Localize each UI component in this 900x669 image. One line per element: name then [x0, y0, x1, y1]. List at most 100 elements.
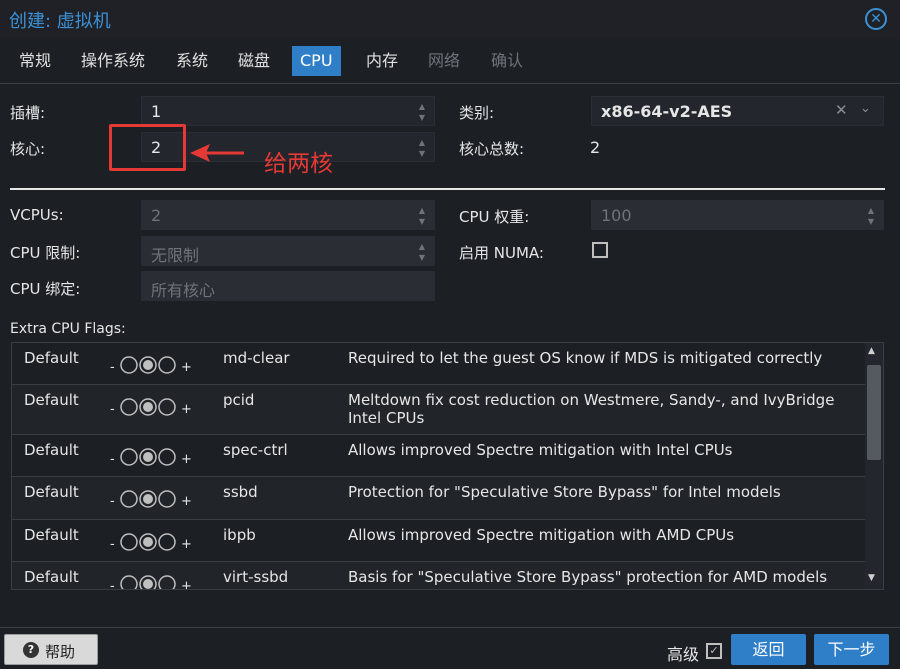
tab-network: 网络	[428, 51, 461, 70]
vcpus-input[interactable]: 2 ▲ ▼	[141, 200, 435, 230]
type-select[interactable]: x86-64-v2-AES ✕ ⌄	[591, 96, 884, 126]
flag-default-label: Default	[24, 349, 79, 367]
flag-name: virt-ssbd	[223, 568, 289, 586]
spinner-icon[interactable]: ▲ ▼	[416, 101, 428, 123]
flag-description: Protection for "Speculative Store Bypass…	[348, 483, 781, 501]
cpu-limit-label: CPU 限制:	[10, 244, 81, 262]
flag-description: Meltdown fix cost reduction on Westmere,…	[348, 391, 835, 427]
svg-text:+: +	[181, 360, 192, 375]
spinner-icon[interactable]: ▲ ▼	[416, 205, 428, 227]
close-icon[interactable]: ✕	[865, 8, 887, 30]
total-cores-value: 2	[590, 138, 601, 157]
flag-description: Required to let the guest OS know if MDS…	[348, 349, 823, 367]
flag-name: ibpb	[223, 526, 256, 544]
total-cores-label: 核心总数:	[459, 140, 525, 158]
flags-scrollbar[interactable]: ▲ ▼	[865, 343, 883, 589]
flag-description: Basis for "Speculative Store Bypass" pro…	[348, 568, 828, 586]
clear-icon[interactable]: ✕	[835, 101, 848, 119]
scrollbar-thumb[interactable]	[867, 365, 881, 460]
sockets-value: 1	[151, 102, 162, 121]
tab-confirm: 确认	[491, 51, 524, 70]
table-row: Default - + pcid Meltdown fix cost reduc…	[12, 385, 866, 435]
advanced-checkbox[interactable]: ✓	[706, 643, 722, 659]
cpu-limit-input[interactable]: 无限制 ▲ ▼	[141, 236, 435, 266]
svg-text:-: -	[110, 360, 115, 375]
svg-text:-: -	[110, 452, 115, 467]
next-button[interactable]: 下一步	[814, 634, 889, 665]
flag-tristate-toggle[interactable]: - +	[108, 530, 198, 552]
table-row: Default - + spec-ctrl Allows improved Sp…	[12, 435, 866, 477]
type-value: x86-64-v2-AES	[601, 102, 733, 121]
svg-text:-: -	[110, 494, 115, 509]
svg-text:+: +	[181, 494, 192, 509]
flag-tristate-toggle[interactable]: - +	[108, 445, 198, 467]
flag-default-label: Default	[24, 526, 79, 544]
cpu-weight-placeholder: 100	[601, 206, 632, 225]
spinner-icon[interactable]: ▲ ▼	[416, 241, 428, 263]
tab-general[interactable]: 常规	[11, 46, 59, 76]
help-icon: ?	[23, 642, 39, 658]
svg-text:+: +	[181, 452, 192, 467]
vcpus-label: VCPUs:	[10, 206, 64, 224]
cpu-weight-input[interactable]: 100 ▲ ▼	[591, 200, 884, 230]
cpu-affinity-input[interactable]: 所有核心	[141, 271, 435, 301]
table-row: Default - + ibpb Allows improved Spectre…	[12, 520, 866, 562]
svg-text:+: +	[181, 537, 192, 552]
scroll-up-icon[interactable]: ▲	[868, 346, 875, 356]
extra-cpu-flags-label: Extra CPU Flags:	[10, 321, 126, 337]
annotation-arrow-icon	[190, 144, 244, 162]
annotation-highlight-box	[109, 124, 186, 171]
flag-tristate-toggle[interactable]: - +	[108, 487, 198, 509]
flag-description: Allows improved Spectre mitigation with …	[348, 526, 735, 544]
dialog-footer: ? 帮助 高级 ✓ 返回 下一步	[0, 627, 900, 669]
vcpus-value: 2	[151, 206, 162, 225]
dialog-titlebar: 创建: 虚拟机 ✕	[0, 0, 900, 38]
cpu-affinity-placeholder: 所有核心	[151, 281, 216, 300]
flag-tristate-toggle[interactable]: - +	[108, 353, 198, 375]
tab-disks[interactable]: 磁盘	[230, 46, 278, 76]
table-row: Default - + ssbd Protection for "Specula…	[12, 477, 866, 520]
flag-default-label: Default	[24, 391, 79, 409]
svg-text:-: -	[110, 402, 115, 417]
tab-cpu[interactable]: CPU	[292, 46, 341, 76]
flag-tristate-toggle[interactable]: - +	[108, 572, 198, 590]
table-row: Default - + md-clear Required to let the…	[12, 343, 866, 385]
cpu-limit-placeholder: 无限制	[151, 246, 200, 265]
cpu-weight-label: CPU 权重:	[459, 208, 530, 226]
tab-memory[interactable]: 内存	[358, 46, 406, 76]
flag-name: md-clear	[223, 349, 290, 367]
sockets-label: 插槽:	[10, 104, 46, 122]
svg-text:-: -	[110, 579, 115, 590]
advanced-label: 高级	[667, 645, 700, 664]
svg-text:+: +	[181, 402, 192, 417]
flag-tristate-toggle[interactable]: - +	[108, 395, 198, 417]
flag-description: Allows improved Spectre mitigation with …	[348, 441, 733, 459]
cpu-affinity-label: CPU 绑定:	[10, 280, 81, 298]
numa-checkbox[interactable]	[592, 242, 608, 258]
numa-label: 启用 NUMA:	[459, 244, 544, 262]
spinner-icon[interactable]: ▲ ▼	[416, 137, 428, 159]
flag-default-label: Default	[24, 483, 79, 501]
section-divider	[10, 188, 885, 190]
type-label: 类别:	[459, 104, 495, 122]
svg-text:-: -	[110, 537, 115, 552]
flag-default-label: Default	[24, 568, 79, 586]
table-row: Default - + virt-ssbd Basis for "Specula…	[12, 562, 866, 590]
back-button[interactable]: 返回	[731, 634, 806, 665]
tab-bar: 常规 操作系统 系统 磁盘 CPU 内存 网络 确认	[0, 44, 900, 84]
annotation-text: 给两核	[264, 151, 333, 177]
cores-label: 核心:	[10, 140, 46, 158]
spinner-icon[interactable]: ▲ ▼	[865, 205, 877, 227]
help-button-label: 帮助	[45, 643, 76, 661]
flag-name: pcid	[223, 391, 255, 409]
scroll-down-icon[interactable]: ▼	[868, 573, 875, 583]
sockets-input[interactable]: 1 ▲ ▼	[141, 96, 435, 126]
tab-system[interactable]: 系统	[168, 46, 216, 76]
help-button[interactable]: ? 帮助	[4, 634, 98, 665]
dialog-title: 创建: 虚拟机	[9, 11, 111, 32]
tab-os[interactable]: 操作系统	[73, 46, 153, 76]
flag-name: spec-ctrl	[223, 441, 288, 459]
flag-name: ssbd	[223, 483, 258, 501]
svg-text:+: +	[181, 579, 192, 590]
chevron-down-icon[interactable]: ⌄	[860, 101, 871, 116]
